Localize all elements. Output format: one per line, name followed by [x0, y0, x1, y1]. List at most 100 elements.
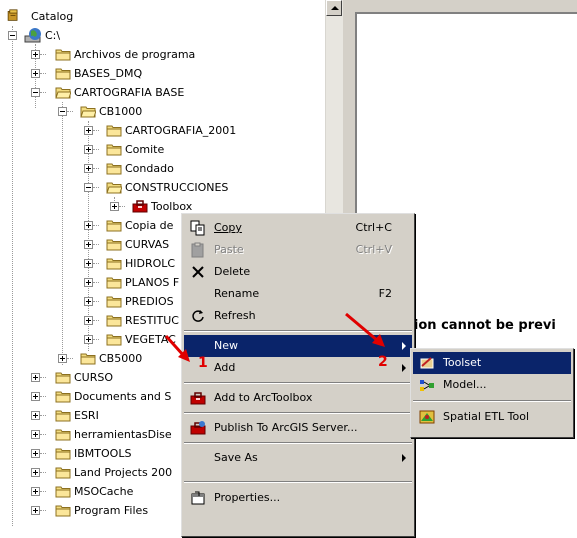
expand-icon[interactable]	[58, 354, 67, 363]
scroll-up-button[interactable]	[326, 0, 342, 16]
expand-icon[interactable]	[84, 335, 93, 344]
tree-guide	[40, 92, 46, 93]
tree-guide	[93, 263, 99, 264]
folder-icon	[106, 125, 122, 137]
tree-label: CURVAS	[125, 238, 170, 251]
menu-item-spatial-etl-tool[interactable]: Spatial ETL Tool	[413, 406, 571, 428]
folder-icon	[80, 353, 96, 365]
tree-guide	[119, 206, 125, 207]
tree-item-catalog[interactable]: Catalog	[0, 7, 320, 26]
tree-item[interactable]: CARTOGRAFIA BASE	[0, 83, 320, 102]
toolbox-icon	[132, 200, 148, 213]
menu-separator	[184, 330, 412, 332]
collapse-icon[interactable]	[84, 183, 93, 192]
menu-item-paste[interactable]: Paste Ctrl+V	[184, 239, 412, 261]
menu-item-model[interactable]: Model...	[413, 374, 571, 396]
folder-icon	[106, 163, 122, 175]
menu-item-publish[interactable]: Publish To ArcGIS Server...	[184, 417, 412, 439]
menu-item-refresh[interactable]: Refresh	[184, 305, 412, 327]
menu-item-toolset[interactable]: Toolset	[413, 352, 571, 374]
expand-icon[interactable]	[84, 164, 93, 173]
tree-item[interactable]: CB1000	[0, 102, 320, 121]
menu-item-rename[interactable]: Rename F2	[184, 283, 412, 305]
folder-open-icon	[80, 106, 96, 118]
tree-item[interactable]: BASES_DMQ	[0, 64, 320, 83]
refresh-icon	[192, 310, 204, 322]
tree-label: PLANOS F	[125, 276, 180, 289]
tree-label: PREDIOS	[125, 295, 174, 308]
tree-guide	[40, 396, 46, 397]
submenu-arrow-icon	[402, 342, 406, 350]
menu-separator	[184, 481, 412, 483]
expand-icon[interactable]	[31, 430, 40, 439]
expand-icon[interactable]	[84, 259, 93, 268]
menu-item-delete[interactable]: Delete	[184, 261, 412, 283]
submenu-arrow-icon	[402, 364, 406, 372]
expand-icon[interactable]	[84, 240, 93, 249]
properties-icon	[191, 491, 205, 505]
tree-label: ESRI	[74, 409, 99, 422]
expand-icon[interactable]	[31, 411, 40, 420]
collapse-icon[interactable]	[58, 107, 67, 116]
tree-guide	[40, 377, 46, 378]
menu-shortcut: Ctrl+C	[355, 221, 392, 234]
tree-label: MSOCache	[74, 485, 134, 498]
folder-open-icon	[106, 182, 122, 194]
expand-icon[interactable]	[84, 126, 93, 135]
submenu-arrow-icon	[402, 454, 406, 462]
menu-label: Delete	[214, 265, 251, 278]
tree-label: Copia de	[125, 219, 174, 232]
expand-icon[interactable]	[31, 449, 40, 458]
expand-icon[interactable]	[110, 202, 119, 211]
tree-item[interactable]: Condado	[0, 159, 320, 178]
menu-shortcut: Ctrl+V	[355, 243, 392, 256]
expand-icon[interactable]	[84, 316, 93, 325]
tree-item[interactable]: CARTOGRAFIA_2001	[0, 121, 320, 140]
collapse-icon[interactable]	[31, 88, 40, 97]
expand-icon[interactable]	[31, 373, 40, 382]
menu-label: Paste	[214, 243, 244, 256]
menu-label: Add	[214, 361, 236, 374]
expand-icon[interactable]	[31, 487, 40, 496]
folder-open-icon	[55, 87, 71, 99]
expand-icon[interactable]	[84, 221, 93, 230]
expand-icon[interactable]	[84, 145, 93, 154]
folder-icon	[106, 334, 122, 346]
tree-guide	[93, 187, 99, 188]
tree-label: CARTOGRAFIA BASE	[74, 86, 185, 99]
menu-item-copy[interactable]: Copy Ctrl+C	[184, 217, 412, 239]
expand-icon[interactable]	[31, 392, 40, 401]
tree-item[interactable]: CONSTRUCCIONES	[0, 178, 320, 197]
expand-icon[interactable]	[31, 468, 40, 477]
drive-icon	[24, 28, 41, 43]
folder-icon	[55, 486, 71, 498]
annotation-badge-2: 2	[378, 354, 388, 370]
model-icon	[420, 380, 434, 391]
tree-item-drive-c[interactable]: C:\	[0, 26, 320, 45]
folder-icon	[55, 410, 71, 422]
menu-separator	[184, 382, 412, 384]
publish-icon	[190, 421, 206, 435]
expand-icon[interactable]	[84, 297, 93, 306]
tree-guide	[40, 73, 46, 74]
folder-icon	[55, 391, 71, 403]
expand-icon[interactable]	[84, 278, 93, 287]
collapse-icon[interactable]	[8, 31, 17, 40]
tree-label: CB5000	[99, 352, 143, 365]
menu-item-save-as[interactable]: Save As	[184, 447, 412, 469]
tree-label: CB1000	[99, 105, 143, 118]
tree-label: CURSO	[74, 371, 114, 384]
tree-item[interactable]: Archivos de programa	[0, 45, 320, 64]
folder-icon	[106, 277, 122, 289]
expand-icon[interactable]	[31, 506, 40, 515]
folder-icon	[106, 144, 122, 156]
menu-item-properties[interactable]: Properties...	[184, 487, 412, 509]
menu-label: Model...	[443, 378, 487, 391]
folder-icon	[55, 68, 71, 80]
tree-item[interactable]: Comite	[0, 140, 320, 159]
expand-icon[interactable]	[31, 69, 40, 78]
tree-label: CARTOGRAFIA_2001	[125, 124, 237, 137]
context-menu: Copy Ctrl+C Paste Ctrl+V Delete Rename F…	[181, 213, 415, 537]
menu-item-add-to-arctoolbox[interactable]: Add to ArcToolbox	[184, 387, 412, 409]
expand-icon[interactable]	[31, 50, 40, 59]
